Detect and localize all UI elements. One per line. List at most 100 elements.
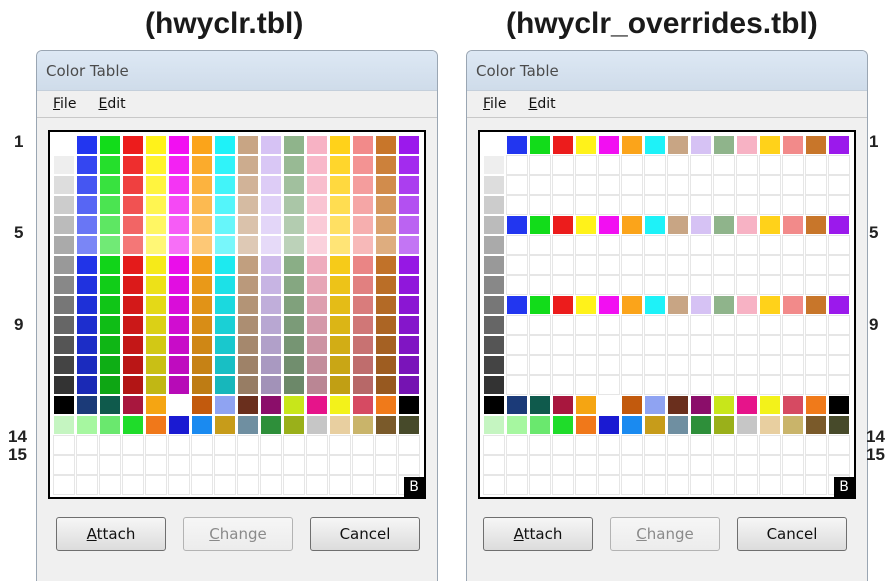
color-cell[interactable] — [214, 195, 236, 215]
color-cell[interactable] — [483, 415, 505, 435]
color-cell[interactable] — [759, 235, 781, 255]
color-cell[interactable] — [398, 175, 420, 195]
color-cell[interactable] — [191, 335, 213, 355]
color-cell[interactable] — [598, 415, 620, 435]
color-cell[interactable] — [713, 155, 735, 175]
color-cell[interactable] — [122, 175, 144, 195]
color-cell[interactable] — [575, 435, 597, 455]
color-cell[interactable] — [667, 435, 689, 455]
color-cell[interactable] — [552, 215, 574, 235]
color-cell[interactable] — [260, 435, 282, 455]
color-cell[interactable] — [76, 295, 98, 315]
color-cell[interactable] — [99, 395, 121, 415]
color-cell[interactable] — [76, 435, 98, 455]
color-cell[interactable] — [76, 135, 98, 155]
color-cell[interactable] — [782, 175, 804, 195]
color-cell[interactable] — [375, 195, 397, 215]
color-cell[interactable] — [736, 435, 758, 455]
color-cell[interactable] — [552, 335, 574, 355]
color-cell[interactable] — [575, 395, 597, 415]
color-cell[interactable] — [168, 195, 190, 215]
color-cell[interactable] — [375, 355, 397, 375]
color-cell[interactable] — [352, 235, 374, 255]
color-cell[interactable] — [805, 275, 827, 295]
color-cell[interactable] — [237, 335, 259, 355]
color-cell[interactable] — [506, 335, 528, 355]
color-cell[interactable] — [644, 415, 666, 435]
color-cell[interactable] — [329, 475, 351, 495]
color-cell[interactable] — [352, 415, 374, 435]
color-cell[interactable] — [168, 435, 190, 455]
color-cell[interactable] — [552, 455, 574, 475]
color-cell[interactable] — [145, 295, 167, 315]
color-cell[interactable] — [759, 175, 781, 195]
color-cell[interactable] — [506, 375, 528, 395]
color-cell[interactable] — [736, 335, 758, 355]
color-cell[interactable] — [782, 415, 804, 435]
color-cell[interactable] — [667, 195, 689, 215]
color-cell[interactable] — [805, 295, 827, 315]
color-cell[interactable] — [690, 375, 712, 395]
color-cell[interactable] — [828, 235, 850, 255]
color-cell[interactable] — [598, 355, 620, 375]
color-cell[interactable] — [552, 135, 574, 155]
color-cell[interactable] — [122, 295, 144, 315]
color-cell[interactable] — [283, 455, 305, 475]
color-cell[interactable] — [575, 455, 597, 475]
color-cell[interactable] — [76, 415, 98, 435]
color-cell[interactable] — [667, 295, 689, 315]
color-cell[interactable] — [759, 455, 781, 475]
color-cell[interactable] — [168, 275, 190, 295]
color-cell[interactable] — [736, 195, 758, 215]
color-cell[interactable] — [644, 275, 666, 295]
color-cell[interactable] — [283, 415, 305, 435]
color-cell[interactable] — [145, 335, 167, 355]
color-cell[interactable] — [805, 235, 827, 255]
color-cell[interactable] — [53, 155, 75, 175]
color-cell[interactable] — [214, 395, 236, 415]
color-cell[interactable] — [713, 415, 735, 435]
color-cell[interactable] — [782, 215, 804, 235]
color-cell[interactable] — [690, 335, 712, 355]
color-cell[interactable] — [145, 175, 167, 195]
cancel-button[interactable]: Cancel — [737, 517, 847, 551]
color-cell[interactable] — [283, 255, 305, 275]
color-cell[interactable] — [53, 435, 75, 455]
color-cell[interactable] — [283, 375, 305, 395]
color-cell[interactable] — [782, 355, 804, 375]
color-cell[interactable] — [99, 275, 121, 295]
color-cell[interactable] — [237, 195, 259, 215]
color-cell[interactable] — [237, 135, 259, 155]
color-cell[interactable] — [306, 455, 328, 475]
color-cell[interactable] — [329, 435, 351, 455]
color-cell[interactable] — [306, 235, 328, 255]
color-cell[interactable] — [122, 215, 144, 235]
color-cell[interactable] — [99, 175, 121, 195]
color-cell[interactable] — [214, 415, 236, 435]
color-cell[interactable] — [552, 395, 574, 415]
color-cell[interactable] — [352, 315, 374, 335]
color-cell[interactable] — [214, 335, 236, 355]
color-cell[interactable] — [644, 355, 666, 375]
color-cell[interactable] — [306, 355, 328, 375]
color-cell[interactable] — [621, 175, 643, 195]
color-cell[interactable] — [145, 195, 167, 215]
color-cell[interactable] — [598, 435, 620, 455]
color-cell[interactable] — [621, 435, 643, 455]
color-cell[interactable] — [529, 235, 551, 255]
color-cell[interactable] — [644, 155, 666, 175]
color-cell[interactable] — [260, 455, 282, 475]
color-cell[interactable] — [828, 315, 850, 335]
color-cell[interactable] — [306, 175, 328, 195]
color-cell[interactable] — [575, 135, 597, 155]
color-cell[interactable] — [506, 275, 528, 295]
color-cell[interactable] — [122, 335, 144, 355]
color-cell[interactable] — [191, 375, 213, 395]
color-cell[interactable] — [191, 355, 213, 375]
color-cell[interactable] — [552, 435, 574, 455]
color-cell[interactable] — [506, 295, 528, 315]
color-cell[interactable] — [529, 175, 551, 195]
color-cell[interactable] — [598, 235, 620, 255]
color-cell[interactable] — [529, 355, 551, 375]
color-cell[interactable] — [145, 475, 167, 495]
